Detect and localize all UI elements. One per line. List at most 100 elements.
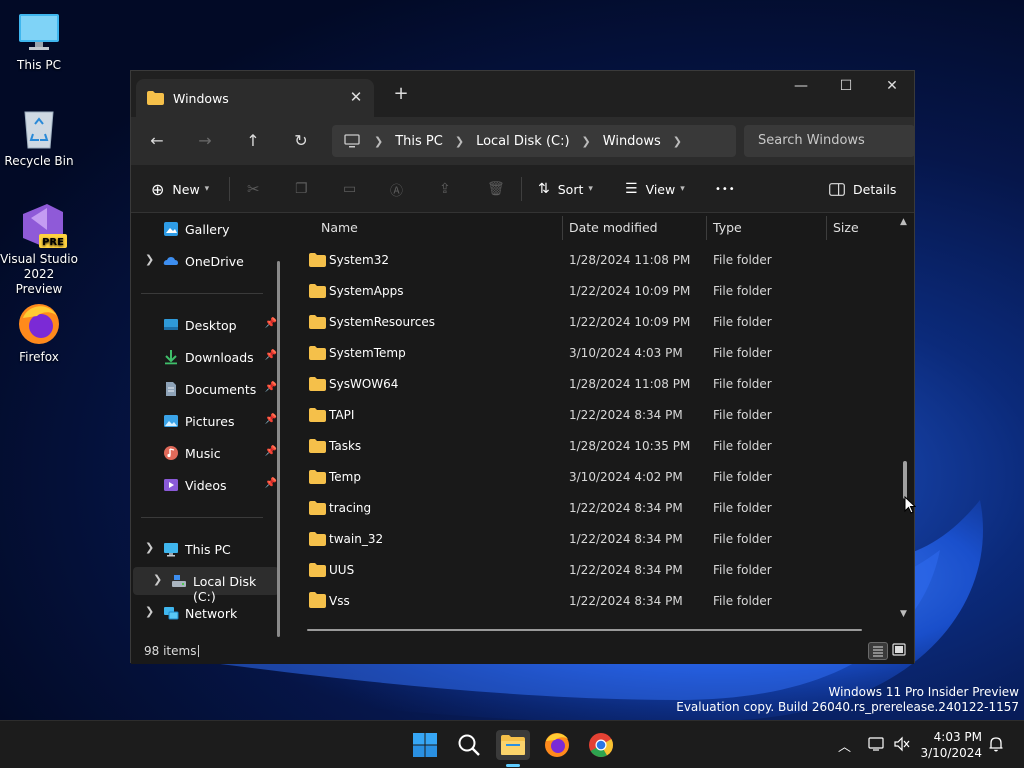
- folder-icon: [309, 315, 326, 329]
- desktop-icon-this-pc[interactable]: This PC: [0, 10, 78, 73]
- monitor-icon: [17, 10, 61, 54]
- desktop-icon-label: Recycle Bin: [4, 154, 74, 168]
- cloud-icon: [163, 257, 178, 265]
- nav-item-pictures[interactable]: Pictures 📌: [133, 407, 281, 435]
- column-header-size[interactable]: Size: [833, 216, 859, 240]
- file-type: File folder: [713, 439, 772, 453]
- windows-logo-icon: [413, 733, 437, 757]
- file-name: TAPI: [329, 408, 355, 422]
- view-button[interactable]: ☰ View ▾: [625, 177, 685, 201]
- nav-pane-scrollbar[interactable]: [277, 261, 280, 637]
- taskbar-firefox[interactable]: [542, 730, 572, 760]
- column-divider[interactable]: [706, 216, 707, 240]
- cut-button[interactable]: ✂: [247, 177, 260, 201]
- forward-button[interactable]: →: [193, 129, 217, 153]
- table-row[interactable]: UUS 1/22/2024 8:34 PM File folder: [291, 555, 891, 586]
- table-row[interactable]: TAPI 1/22/2024 8:34 PM File folder: [291, 400, 891, 431]
- refresh-button[interactable]: ↻: [289, 129, 313, 153]
- recycle-bin-icon: [17, 106, 61, 150]
- close-window-button[interactable]: ✕: [869, 71, 915, 103]
- nav-item-downloads[interactable]: Downloads 📌: [133, 343, 281, 371]
- show-hidden-icons-button[interactable]: ︿: [838, 736, 851, 755]
- volume-button[interactable]: [893, 736, 911, 756]
- folder-icon: [309, 563, 326, 577]
- column-divider[interactable]: [562, 216, 563, 240]
- file-type: File folder: [713, 315, 772, 329]
- more-options-button[interactable]: •••: [715, 177, 736, 201]
- column-header-date[interactable]: Date modified: [569, 216, 658, 240]
- details-view-button[interactable]: [868, 642, 888, 660]
- search-icon: [458, 734, 480, 756]
- taskbar-file-explorer[interactable]: [496, 730, 530, 767]
- tab-close-button[interactable]: ✕: [346, 87, 366, 107]
- nav-item-network[interactable]: ❯ Network: [133, 599, 281, 627]
- breadcrumb[interactable]: ❯ This PC ❯ Local Disk (C:) ❯ Windows ❯: [332, 125, 736, 157]
- clock[interactable]: 4:03 PM 3/10/2024: [918, 729, 982, 761]
- file-date: 1/22/2024 8:34 PM: [569, 501, 683, 515]
- chevron-right-icon: ❯: [672, 134, 683, 148]
- table-row[interactable]: System32 1/28/2024 11:08 PM File folder: [291, 245, 891, 276]
- taskbar-chrome[interactable]: [586, 730, 616, 760]
- scroll-down-arrow-icon[interactable]: ▼: [900, 609, 907, 619]
- table-row[interactable]: tracing 1/22/2024 8:34 PM File folder: [291, 493, 891, 524]
- paste-button[interactable]: ▭: [343, 177, 356, 201]
- horizontal-scrollbar[interactable]: [307, 629, 862, 631]
- file-type: File folder: [713, 284, 772, 298]
- new-button[interactable]: ⊕ New ▾: [151, 177, 209, 201]
- delete-button[interactable]: 🗑: [487, 177, 505, 201]
- nav-item-onedrive[interactable]: ❯ OneDrive: [133, 247, 281, 275]
- folder-icon: [309, 439, 326, 453]
- back-button[interactable]: ←: [145, 129, 169, 153]
- search-input[interactable]: Search Windows: [744, 125, 915, 157]
- up-button[interactable]: ↑: [241, 129, 265, 153]
- table-row[interactable]: twain_32 1/22/2024 8:34 PM File folder: [291, 524, 891, 555]
- file-date: 1/22/2024 10:09 PM: [569, 315, 691, 329]
- nav-item-desktop[interactable]: Desktop 📌: [133, 311, 281, 339]
- column-header-type[interactable]: Type: [713, 216, 742, 240]
- tiles-view-button[interactable]: [890, 642, 910, 660]
- desktop-icon-recycle-bin[interactable]: Recycle Bin: [0, 106, 78, 169]
- table-row-partial[interactable]: [291, 588, 891, 598]
- search-button[interactable]: [454, 730, 484, 760]
- nav-item-music[interactable]: Music 📌: [133, 439, 281, 467]
- nav-item-videos[interactable]: Videos 📌: [133, 471, 281, 499]
- breadcrumb-item[interactable]: This PC: [395, 134, 443, 149]
- rename-button[interactable]: Ⓐ: [390, 177, 403, 201]
- notifications-button[interactable]: [988, 736, 1004, 756]
- table-row[interactable]: Temp 3/10/2024 4:02 PM File folder: [291, 462, 891, 493]
- scroll-up-arrow-icon[interactable]: ▲: [900, 217, 907, 227]
- nav-item-local-disk[interactable]: ❯ Local Disk (C:): [133, 567, 279, 604]
- table-row[interactable]: Tasks 1/28/2024 10:35 PM File folder: [291, 431, 891, 462]
- tab-title: Windows: [173, 90, 229, 106]
- desktop-icon-firefox[interactable]: Firefox: [0, 302, 78, 365]
- start-button[interactable]: [410, 730, 440, 760]
- table-row[interactable]: SystemTemp 3/10/2024 4:03 PM File folder: [291, 338, 891, 369]
- nav-item-gallery[interactable]: Gallery: [133, 215, 281, 243]
- minimize-button[interactable]: —: [778, 71, 824, 103]
- maximize-button[interactable]: ☐: [823, 71, 869, 103]
- column-divider[interactable]: [826, 216, 827, 240]
- table-row[interactable]: SysWOW64 1/28/2024 11:08 PM File folder: [291, 369, 891, 400]
- nav-item-this-pc[interactable]: ❯ This PC: [133, 535, 281, 563]
- new-tab-button[interactable]: +: [391, 84, 411, 104]
- tab-windows[interactable]: Windows ✕: [136, 79, 374, 117]
- table-row[interactable]: SystemApps 1/22/2024 10:09 PM File folder: [291, 276, 891, 307]
- nav-item-label: This PC: [185, 542, 231, 557]
- share-button[interactable]: ⇪: [439, 177, 451, 201]
- nav-divider: [141, 517, 263, 518]
- file-name: System32: [329, 253, 390, 267]
- pin-icon: 📌: [264, 478, 277, 489]
- file-list-scrollbar-thumb[interactable]: [903, 461, 907, 499]
- file-name: SystemTemp: [329, 346, 406, 360]
- network-status-button[interactable]: [868, 736, 886, 756]
- details-pane-button[interactable]: Details: [829, 177, 896, 201]
- status-divider: [198, 645, 199, 657]
- nav-item-documents[interactable]: Documents 📌: [133, 375, 281, 403]
- breadcrumb-item[interactable]: Local Disk (C:): [476, 134, 569, 149]
- sort-button[interactable]: ⇅ Sort ▾: [538, 177, 593, 201]
- desktop-icon-visual-studio[interactable]: PRE Visual Studio 2022 Preview: [0, 204, 78, 297]
- breadcrumb-item[interactable]: Windows: [603, 134, 661, 149]
- column-header-name[interactable]: Name: [321, 216, 358, 240]
- table-row[interactable]: SystemResources 1/22/2024 10:09 PM File fo…: [291, 307, 891, 338]
- copy-button[interactable]: ❐: [295, 177, 308, 201]
